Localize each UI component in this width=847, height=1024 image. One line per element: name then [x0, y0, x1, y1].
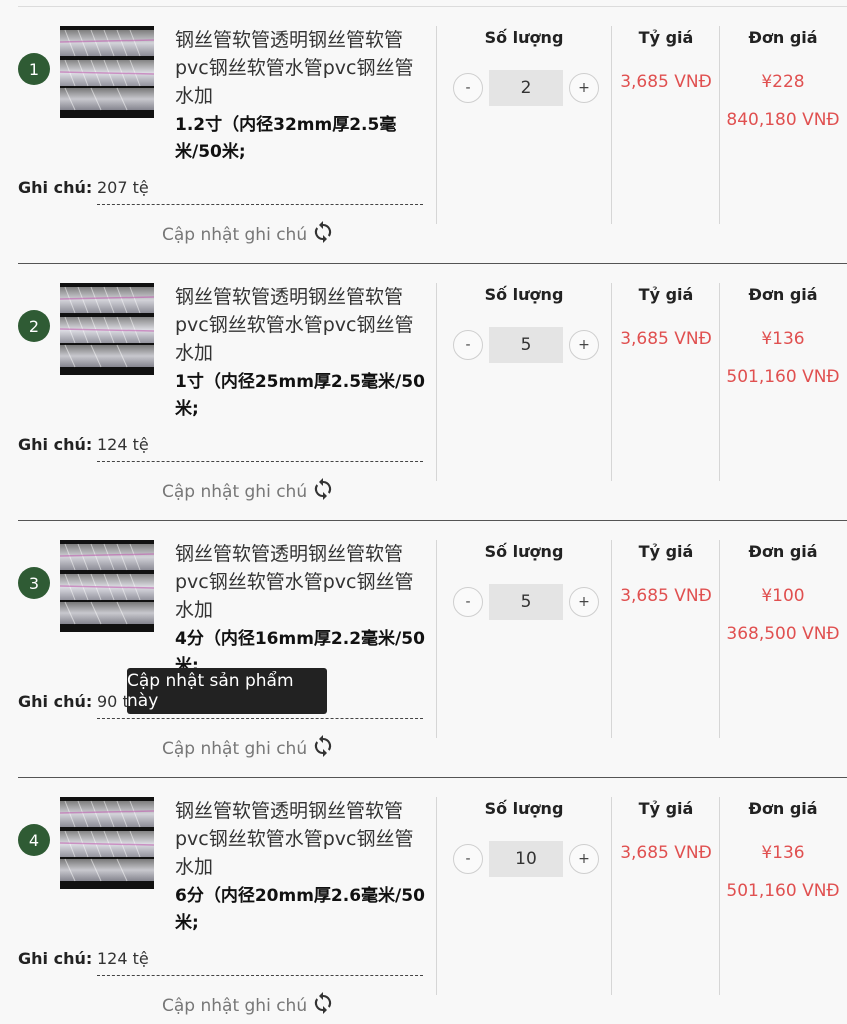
- product-name[interactable]: 钢丝管软管透明钢丝管软管pvc钢丝软管水管pvc钢丝管水加: [175, 283, 425, 367]
- cart-item: 2 钢丝管软管透明钢丝管软管pvc钢丝软管水管pvc钢丝管水加 1寸（内径25m…: [0, 263, 847, 520]
- quantity-header: Số lượng: [484, 799, 564, 818]
- note-field[interactable]: 207 tệ: [97, 178, 423, 205]
- unit-price-header: Đơn giá: [748, 285, 818, 304]
- note-label: Ghi chú:: [18, 692, 93, 711]
- unit-price-cny: ¥136: [761, 843, 805, 863]
- unit-price-header: Đơn giá: [748, 799, 818, 818]
- quantity-input[interactable]: 5: [489, 327, 563, 363]
- exchange-rate-header: Tỷ giá: [638, 799, 694, 818]
- cart-item: 1 钢丝管软管透明钢丝管软管pvc钢丝软管水管pvc钢丝管水加 1.2寸（内径3…: [0, 6, 847, 263]
- unit-price-cny: ¥100: [761, 586, 805, 606]
- exchange-rate-value: 3,685 VNĐ: [620, 329, 712, 349]
- item-index-badge: 3: [18, 567, 50, 599]
- item-index-badge: 2: [18, 310, 50, 342]
- update-note-button[interactable]: Cập nhật ghi chú: [162, 991, 335, 1020]
- product-name[interactable]: 钢丝管软管透明钢丝管软管pvc钢丝软管水管pvc钢丝管水加: [175, 26, 425, 110]
- increase-quantity-button[interactable]: +: [569, 330, 599, 360]
- unit-price-vnd: 840,180 VNĐ: [726, 110, 840, 130]
- unit-price-cny: ¥136: [761, 329, 805, 349]
- quantity-stepper: - 2 +: [453, 70, 599, 106]
- product-variant: 1.2寸（内径32mm厚2.5毫米/50米;: [175, 115, 397, 162]
- quantity-header: Số lượng: [484, 285, 564, 304]
- update-note-button[interactable]: Cập nhật ghi chú: [162, 734, 335, 763]
- column-divider: [611, 26, 612, 224]
- note-label: Ghi chú:: [18, 949, 93, 968]
- exchange-rate-header: Tỷ giá: [638, 285, 694, 304]
- refresh-icon: [311, 991, 335, 1020]
- column-divider: [436, 540, 437, 738]
- quantity-input[interactable]: 10: [489, 841, 563, 877]
- column-divider: [436, 283, 437, 481]
- product-thumbnail[interactable]: [60, 283, 154, 375]
- column-divider: [436, 26, 437, 224]
- product-variant: 6分（内径20mm厚2.6毫米/50米;: [175, 886, 425, 933]
- exchange-rate-value: 3,685 VNĐ: [620, 72, 712, 92]
- refresh-icon: [311, 734, 335, 763]
- item-divider: [18, 520, 847, 521]
- note-label: Ghi chú:: [18, 435, 93, 454]
- increase-quantity-button[interactable]: +: [569, 587, 599, 617]
- cart-item: 3 钢丝管软管透明钢丝管软管pvc钢丝软管水管pvc钢丝管水加 4分（内径16m…: [0, 520, 847, 777]
- note-field[interactable]: 124 tệ: [97, 949, 423, 976]
- quantity-header: Số lượng: [484, 28, 564, 47]
- unit-price-header: Đơn giá: [748, 28, 818, 47]
- refresh-icon: [311, 220, 335, 249]
- refresh-icon: [311, 477, 335, 506]
- product-thumbnail[interactable]: [60, 797, 154, 889]
- product-thumbnail[interactable]: [60, 540, 154, 632]
- quantity-header: Số lượng: [484, 542, 564, 561]
- unit-price-vnd: 501,160 VNĐ: [726, 367, 840, 387]
- product-name[interactable]: 钢丝管软管透明钢丝管软管pvc钢丝软管水管pvc钢丝管水加: [175, 540, 425, 624]
- exchange-rate-header: Tỷ giá: [638, 542, 694, 561]
- item-index-badge: 1: [18, 53, 50, 85]
- quantity-input[interactable]: 5: [489, 584, 563, 620]
- product-variant: 1寸（内径25mm厚2.5毫米/50米;: [175, 372, 425, 419]
- unit-price-vnd: 501,160 VNĐ: [726, 881, 840, 901]
- update-note-label: Cập nhật ghi chú: [162, 995, 308, 1016]
- update-note-label: Cập nhật ghi chú: [162, 738, 308, 759]
- column-divider: [719, 283, 720, 481]
- exchange-rate-value: 3,685 VNĐ: [620, 843, 712, 863]
- update-note-button[interactable]: Cập nhật ghi chú: [162, 477, 335, 506]
- quantity-input[interactable]: 2: [489, 70, 563, 106]
- decrease-quantity-button[interactable]: -: [453, 330, 483, 360]
- item-index-badge: 4: [18, 824, 50, 856]
- quantity-stepper: - 5 +: [453, 584, 599, 620]
- column-divider: [719, 797, 720, 995]
- update-product-tooltip: Cập nhật sản phẩm này: [127, 668, 327, 714]
- exchange-rate-header: Tỷ giá: [638, 28, 694, 47]
- quantity-stepper: - 10 +: [453, 841, 599, 877]
- exchange-rate-value: 3,685 VNĐ: [620, 586, 712, 606]
- update-note-button[interactable]: Cập nhật ghi chú: [162, 220, 335, 249]
- column-divider: [719, 540, 720, 738]
- note-label: Ghi chú:: [18, 178, 93, 197]
- cart-item: 4 钢丝管软管透明钢丝管软管pvc钢丝软管水管pvc钢丝管水加 6分（内径20m…: [0, 777, 847, 1024]
- unit-price-header: Đơn giá: [748, 542, 818, 561]
- item-divider: [18, 777, 847, 778]
- unit-price-cny: ¥228: [761, 72, 805, 92]
- increase-quantity-button[interactable]: +: [569, 844, 599, 874]
- update-note-label: Cập nhật ghi chú: [162, 481, 308, 502]
- unit-price-vnd: 368,500 VNĐ: [726, 624, 840, 644]
- product-name[interactable]: 钢丝管软管透明钢丝管软管pvc钢丝软管水管pvc钢丝管水加: [175, 797, 425, 881]
- decrease-quantity-button[interactable]: -: [453, 73, 483, 103]
- column-divider: [611, 283, 612, 481]
- column-divider: [611, 540, 612, 738]
- decrease-quantity-button[interactable]: -: [453, 844, 483, 874]
- column-divider: [436, 797, 437, 995]
- update-note-label: Cập nhật ghi chú: [162, 224, 308, 245]
- increase-quantity-button[interactable]: +: [569, 73, 599, 103]
- column-divider: [611, 797, 612, 995]
- column-divider: [719, 26, 720, 224]
- quantity-stepper: - 5 +: [453, 327, 599, 363]
- product-thumbnail[interactable]: [60, 26, 154, 118]
- note-field[interactable]: 124 tệ: [97, 435, 423, 462]
- cart-item-list: 1 钢丝管软管透明钢丝管软管pvc钢丝软管水管pvc钢丝管水加 1.2寸（内径3…: [0, 0, 847, 1024]
- decrease-quantity-button[interactable]: -: [453, 587, 483, 617]
- item-divider: [18, 263, 847, 264]
